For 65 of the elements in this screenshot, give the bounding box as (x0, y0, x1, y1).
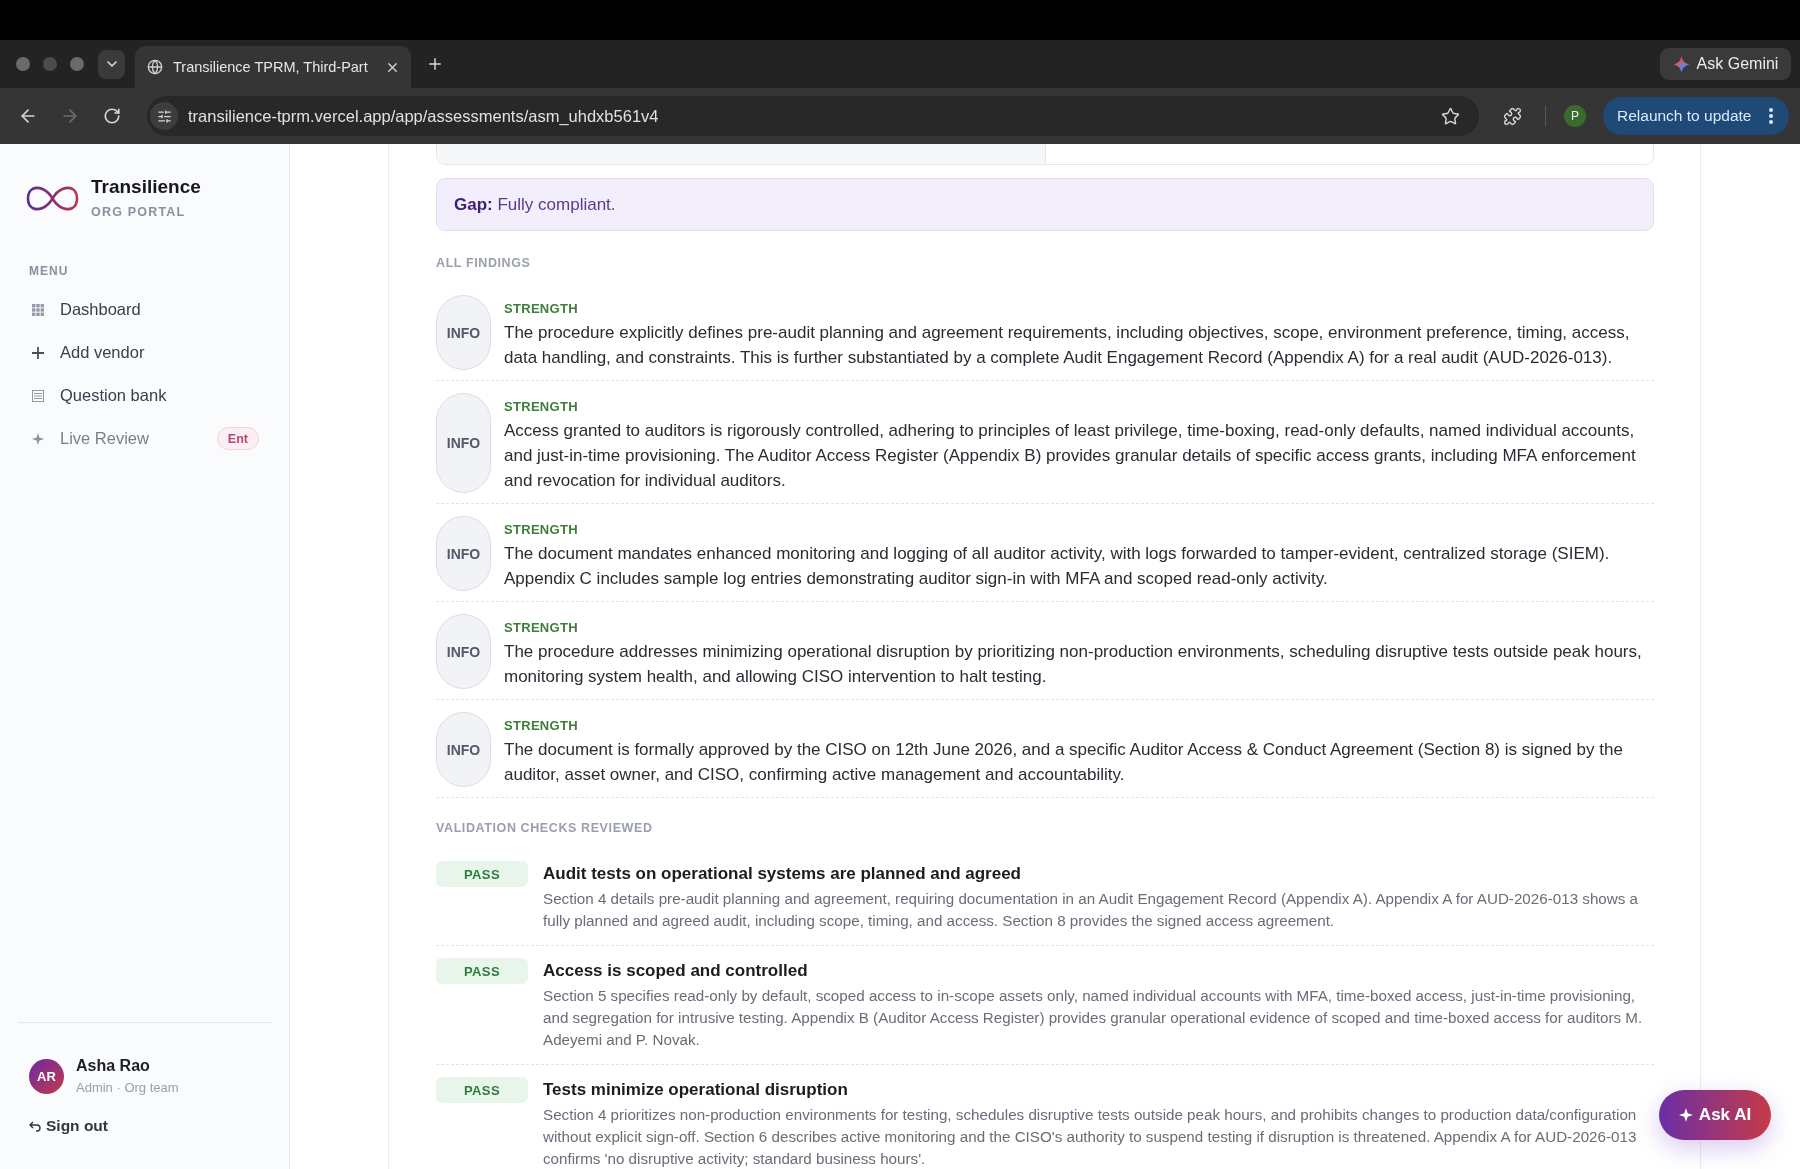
section-heading: VALIDATION CHECKS REVIEWED (436, 820, 653, 836)
finding-text: The procedure addresses minimizing operational disruption by prioritizing non-production environments, scheduling disruptive tests outside peak hours, monitoring system health, and allowing CISO intervention to halt testing. (504, 641, 1643, 688)
nav-item[interactable]: Dashboard (18, 288, 271, 331)
return-icon (29, 1120, 41, 1132)
menu-heading: MENU (29, 263, 69, 279)
profile-button[interactable]: P (1564, 105, 1586, 127)
finding-category: STRENGTH (504, 521, 578, 539)
sign-out-button[interactable]: Sign out (29, 1116, 108, 1136)
ask-ai-button[interactable]: Ask AI (1659, 1090, 1771, 1140)
reload-icon (103, 107, 121, 125)
sparkle-icon (32, 432, 44, 445)
finding-text: The document mandates enhanced monitoring and logging of all auditor activity, with logs forwarded to tamper-evident, centralized storage (SIEM). Appendix C includes sample log entries demonstrating auditor sign-in with MFA and scoped read-only activity. (504, 543, 1611, 590)
result-badge: PASS (436, 861, 528, 887)
check-description: Section 4 prioritizes non-production environments for testing, schedules disruptive tests outside peak hours, and prohibits changes to production data/configuration without explicit sign-off. Section 6 describes active monitoring and the CISO's authority to suspend testing if disruption is threatened. Appendix A for AUD-2026-013 confirms 'no disruptive activity; standard business hours'. (543, 1105, 1638, 1169)
address-bar[interactable]: transilience-tprm.vercel.app/app/assessments/asm_uhdxb561v4 (147, 96, 1479, 136)
check-title: Tests minimize operational disruption (543, 1079, 848, 1101)
sparkle-icon (1678, 1108, 1693, 1122)
puzzle-icon (1502, 106, 1522, 126)
star-icon (1440, 106, 1460, 126)
gemini-button[interactable]: Ask Gemini (1660, 48, 1791, 80)
tune-icon (156, 108, 172, 124)
check-description: Section 5 specifies read-only by default, scoped access to in-scope assets only, named individual accounts with MFA, time-boxed access, just-in-time provisioning, and segregation for intrusive testing. Appendix B (Auditor Access Register) provides granular operational evidence of scoped and time-boxed access for auditors M. Adeyemi and P. Novak. (543, 986, 1644, 1050)
finding-text: The document is formally approved by the CISO on 12th June 2026, and a specific Auditor Access & Conduct Agreement (Section 8) is signed by the auditor, asset owner, and CISO, confirming active management and accountability. (504, 739, 1624, 786)
globe-icon (147, 59, 163, 75)
relaunch-button[interactable]: Relaunch to update (1603, 97, 1789, 135)
tab-search-button[interactable] (98, 49, 125, 79)
plus-icon (32, 346, 44, 359)
browser-tab[interactable]: Transilience TPRM, Third-Part (135, 46, 411, 88)
tier-badge: Ent (216, 427, 259, 450)
window-control-button[interactable] (16, 57, 30, 71)
severity-badge: INFO (436, 516, 491, 591)
check-description: Section 4 details pre-audit planning and agreement, requiring documentation in an Audit Engagement Record (Appendix A). Appendix A for AUD-2026-013 shows a fully planned and agreed audit, including scope, timing, and access. Section 8 provides the signed access agreement. (543, 889, 1640, 931)
grid-icon (32, 303, 44, 316)
url-text: transilience-tprm.vercel.app/app/assessments/asm_uhdxb561v4 (188, 106, 660, 126)
brand-name: Transilience (91, 176, 201, 198)
severity-badge: INFO (436, 614, 491, 689)
result-badge: PASS (436, 958, 528, 984)
window-control-button[interactable] (70, 57, 84, 71)
finding-category: STRENGTH (504, 717, 578, 735)
tab-title: Transilience TPRM, Third-Part (173, 59, 369, 75)
check-title: Audit tests on operational systems are planned and agreed (543, 863, 1021, 885)
finding-category: STRENGTH (504, 398, 578, 416)
user-name: Asha Rao (76, 1056, 151, 1076)
finding-text: Access granted to auditors is rigorously controlled, adhering to principles of least privilege, time-boxing, read-only defaults, named individual accounts, and just-in-time provisioning. The Auditor Access Register (Appendix B) provides granular details of specific access grants, including MFA enforcement and revocation for individual auditors. (504, 420, 1637, 492)
nav-item[interactable]: Question bank (18, 374, 271, 417)
sparkle-icon (1672, 55, 1690, 73)
section-heading: ALL FINDINGS (436, 255, 531, 271)
site-info-button[interactable] (150, 102, 178, 130)
finding-category: STRENGTH (504, 619, 578, 637)
brand-subtitle: ORG PORTAL (91, 204, 187, 220)
result-badge: PASS (436, 1077, 528, 1103)
more-icon (1769, 108, 1773, 124)
severity-badge: INFO (436, 712, 491, 787)
severity-badge: INFO (436, 393, 491, 493)
check-title: Access is scoped and controlled (543, 960, 808, 982)
list-icon (32, 389, 44, 402)
user-role: Admin · Org team (76, 1080, 179, 1096)
nav-item[interactable]: Add vendor (18, 331, 271, 374)
severity-badge: INFO (436, 295, 491, 370)
gap-text: Gap: Fully compliant. (454, 194, 616, 215)
finding-category: STRENGTH (504, 300, 578, 318)
plus-icon (426, 55, 444, 73)
gemini-label: Ask Gemini (1696, 55, 1779, 73)
finding-text: The procedure explicitly defines pre-audit planning and agreement requirements, including objectives, scope, environment preference, timing, access, data handling, and constraints. This is further substantiated by a complete Audit Engagement Record (Appendix A) for a real audit (AUD-2026-013). (504, 322, 1631, 369)
user-avatar: AR (29, 1058, 64, 1094)
